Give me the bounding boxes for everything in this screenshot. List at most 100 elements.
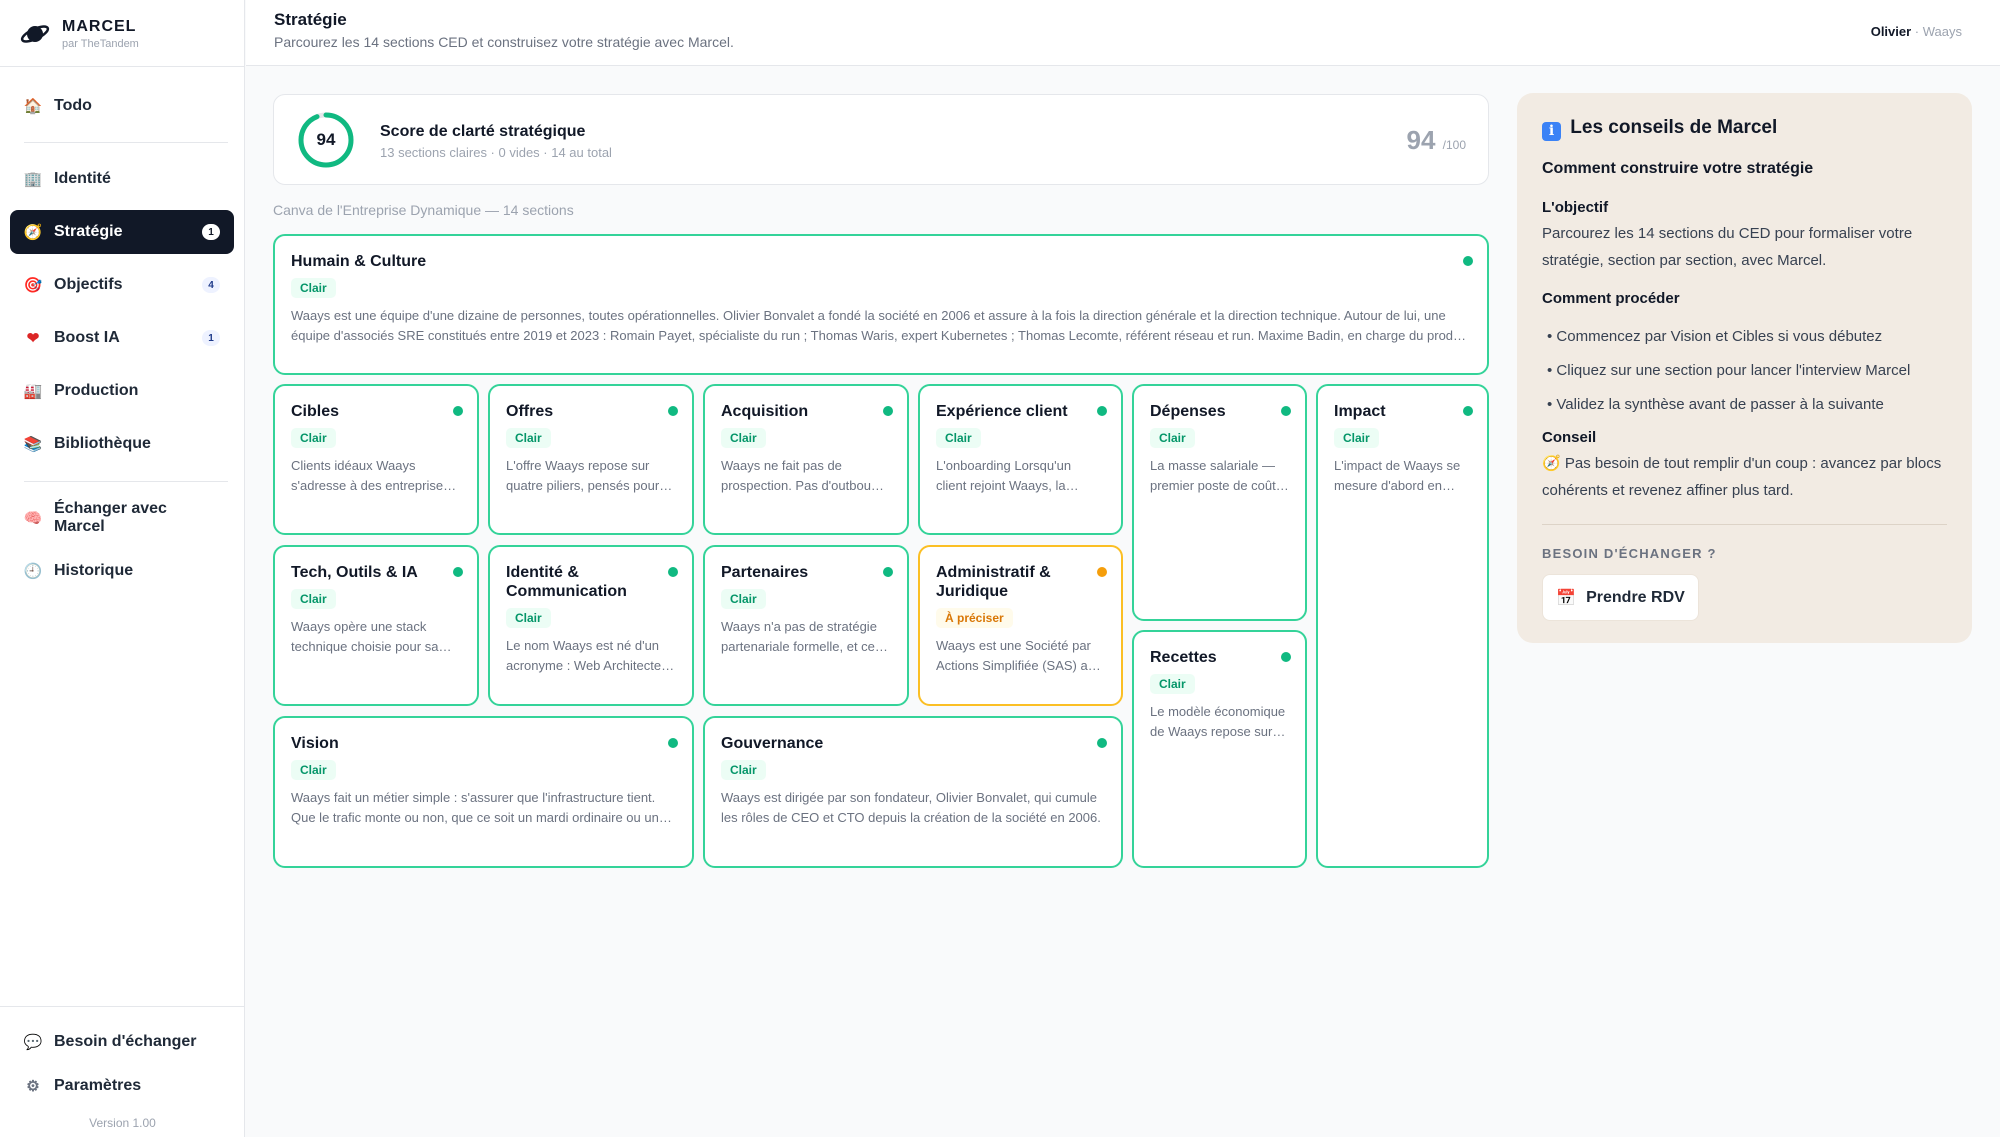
status-dot bbox=[1097, 406, 1107, 416]
count-badge: 1 bbox=[202, 330, 220, 346]
canvas-caption: Canva de l'Entreprise Dynamique — 14 sec… bbox=[273, 202, 574, 218]
sidebar-item-label: Objectifs bbox=[54, 276, 123, 293]
org-name: · Waays bbox=[1914, 24, 1962, 39]
status-dot bbox=[1097, 738, 1107, 748]
factory-icon: 🏭 bbox=[23, 382, 43, 400]
version-label: Version 1.00 bbox=[89, 1116, 156, 1130]
section-card-offres[interactable]: Offres Clair L'offre Waays repose sur qu… bbox=[488, 384, 694, 535]
status-badge: Clair bbox=[506, 608, 551, 628]
tips-panel: i Les conseils de Marcel Comment constru… bbox=[1517, 93, 1972, 643]
sidebar-item-label: Boost IA bbox=[54, 329, 120, 346]
advice-paragraph: 🧭 Pas besoin de tout remplir d'un coup :… bbox=[1542, 450, 1957, 504]
section-card-cibles[interactable]: Cibles Clair Clients idéaux Waays s'adre… bbox=[273, 384, 479, 535]
status-dot bbox=[668, 406, 678, 416]
card-title: Impact bbox=[1334, 403, 1386, 420]
card-title: Humain & Culture bbox=[291, 253, 427, 270]
card-excerpt: Le nom Waays est né d'un acronyme : Web … bbox=[506, 638, 662, 673]
card-title: Acquisition bbox=[721, 403, 809, 420]
status-badge: Clair bbox=[1334, 428, 1379, 448]
step-item: • Cliquez sur une section pour lancer l'… bbox=[1547, 362, 1911, 379]
score-meta: 13 sections claires · 0 vides · 14 au to… bbox=[380, 145, 612, 160]
status-dot bbox=[1281, 652, 1291, 662]
need-label: BESOIN D'ÉCHANGER ? bbox=[1542, 546, 1717, 561]
sidebar-item-historique[interactable]: 🕘 Historique bbox=[10, 549, 234, 593]
how-title: Comment procéder bbox=[1542, 290, 1680, 307]
section-card-experience-client[interactable]: Expérience client Clair L'onboarding Lor… bbox=[918, 384, 1123, 535]
card-excerpt: L'impact de Waays se mesure d'abord en d… bbox=[1334, 458, 1461, 493]
score-title: Score de clarté stratégique bbox=[380, 123, 586, 140]
compass-icon: 🧭 bbox=[23, 223, 43, 241]
sidebar-item-todo[interactable]: 🏠 Todo bbox=[10, 84, 234, 128]
card-title: Identité & Communication bbox=[506, 564, 627, 600]
sidebar-item-objectifs[interactable]: 🎯 Objectifs 4 bbox=[10, 263, 234, 307]
status-badge: Clair bbox=[506, 428, 551, 448]
card-title: Administratif & Juridique bbox=[936, 564, 1051, 600]
objective-title: L'objectif bbox=[1542, 199, 1609, 216]
status-badge: Clair bbox=[1150, 674, 1195, 694]
building-icon: 🏢 bbox=[23, 170, 43, 188]
card-title: Tech, Outils & IA bbox=[291, 564, 418, 581]
info-icon: i bbox=[1542, 122, 1561, 141]
brain-icon: 🧠 bbox=[23, 509, 43, 527]
section-card-identite-communication[interactable]: Identité & Communication Clair Le nom Wa… bbox=[488, 545, 694, 706]
status-badge: Clair bbox=[291, 589, 336, 609]
target-icon: 🎯 bbox=[23, 276, 43, 294]
sidebar-item-label: Todo bbox=[54, 97, 92, 114]
planet-logo-icon bbox=[20, 25, 50, 43]
section-card-administratif-juridique[interactable]: Administratif & Juridique À préciser Waa… bbox=[918, 545, 1123, 706]
section-card-depenses[interactable]: Dépenses Clair La masse salariale — prem… bbox=[1132, 384, 1307, 621]
section-card-humain-culture[interactable]: Humain & Culture Clair Waays est une équ… bbox=[273, 234, 1489, 375]
sidebar-item-besoin-echanger[interactable]: 💬 Besoin d'échanger bbox=[10, 1020, 234, 1064]
sidebar-item-strategie[interactable]: 🧭 Stratégie 1 bbox=[10, 210, 234, 254]
status-dot bbox=[668, 738, 678, 748]
sidebar-item-echanger[interactable]: 🧠 Échanger avec Marcel bbox=[10, 496, 234, 540]
section-card-acquisition[interactable]: Acquisition Clair Waays ne fait pas de p… bbox=[703, 384, 909, 535]
card-excerpt: L'onboarding Lorsqu'un client rejoint Wa… bbox=[936, 458, 1072, 493]
user-menu[interactable]: Olivier · Waays bbox=[1871, 24, 1962, 39]
section-card-impact[interactable]: Impact Clair L'impact de Waays se mesure… bbox=[1316, 384, 1489, 868]
prendre-rdv-button[interactable]: 📅 Prendre RDV bbox=[1542, 574, 1699, 621]
section-card-partenaires[interactable]: Partenaires Clair Waays n'a pas de strat… bbox=[703, 545, 909, 706]
gear-icon: ⚙ bbox=[26, 1077, 40, 1095]
sidebar-item-label: Historique bbox=[54, 562, 134, 579]
brand-subtitle: par TheTandem bbox=[62, 38, 139, 50]
count-badge: 4 bbox=[202, 277, 220, 293]
score-total-value: 94 bbox=[1406, 125, 1436, 155]
sidebar-item-label: Besoin d'échanger bbox=[54, 1033, 197, 1050]
section-card-recettes[interactable]: Recettes Clair Le modèle économique de W… bbox=[1132, 630, 1307, 868]
score-card: 94 Score de clarté stratégique 13 sectio… bbox=[273, 94, 1489, 185]
card-title: Vision bbox=[291, 735, 339, 752]
status-dot bbox=[1281, 406, 1291, 416]
status-dot bbox=[1463, 256, 1473, 266]
card-title: Dépenses bbox=[1150, 403, 1226, 420]
section-card-vision[interactable]: Vision Clair Waays fait un métier simple… bbox=[273, 716, 694, 868]
card-title: Cibles bbox=[291, 403, 340, 420]
card-title: Partenaires bbox=[721, 564, 809, 581]
speech-bubble-icon: 💬 bbox=[23, 1033, 43, 1051]
heart-icon: ❤ bbox=[26, 329, 40, 347]
status-dot bbox=[668, 567, 678, 577]
card-title: Expérience client bbox=[936, 403, 1068, 420]
sidebar-item-bibliotheque[interactable]: 📚 Bibliothèque bbox=[10, 422, 234, 466]
compass-icon: 🧭 bbox=[1542, 455, 1561, 472]
sidebar-item-parametres[interactable]: ⚙ Paramètres bbox=[10, 1064, 234, 1108]
brand-name: MARCEL bbox=[62, 18, 137, 35]
advice-title: Conseil bbox=[1542, 429, 1597, 446]
sidebar-item-label: Production bbox=[54, 382, 139, 399]
status-dot bbox=[453, 406, 463, 416]
status-badge: Clair bbox=[291, 428, 336, 448]
section-card-tech-outils-ia[interactable]: Tech, Outils & IA Clair Waays opère une … bbox=[273, 545, 479, 706]
score-total: 94 /100 bbox=[1406, 125, 1466, 156]
sidebar-item-boost-ia[interactable]: ❤ Boost IA 1 bbox=[10, 316, 234, 360]
card-excerpt: Clients idéaux Waays s'adresse à des ent… bbox=[291, 458, 450, 493]
step-item: • Commencez par Vision et Cibles si vous… bbox=[1547, 328, 1883, 345]
page-title: Stratégie bbox=[274, 10, 347, 29]
sidebar-item-identite[interactable]: 🏢 Identité bbox=[10, 157, 234, 201]
section-card-gouvernance[interactable]: Gouvernance Clair Waays est dirigée par … bbox=[703, 716, 1123, 868]
page-subtitle: Parcourez les 14 sections CED et constru… bbox=[274, 34, 734, 50]
status-badge: Clair bbox=[1150, 428, 1195, 448]
prendre-rdv-label: Prendre RDV bbox=[1586, 588, 1685, 606]
brand[interactable]: MARCEL par TheTandem bbox=[20, 16, 139, 52]
sidebar-item-production[interactable]: 🏭 Production bbox=[10, 369, 234, 413]
card-title: Offres bbox=[506, 403, 554, 420]
